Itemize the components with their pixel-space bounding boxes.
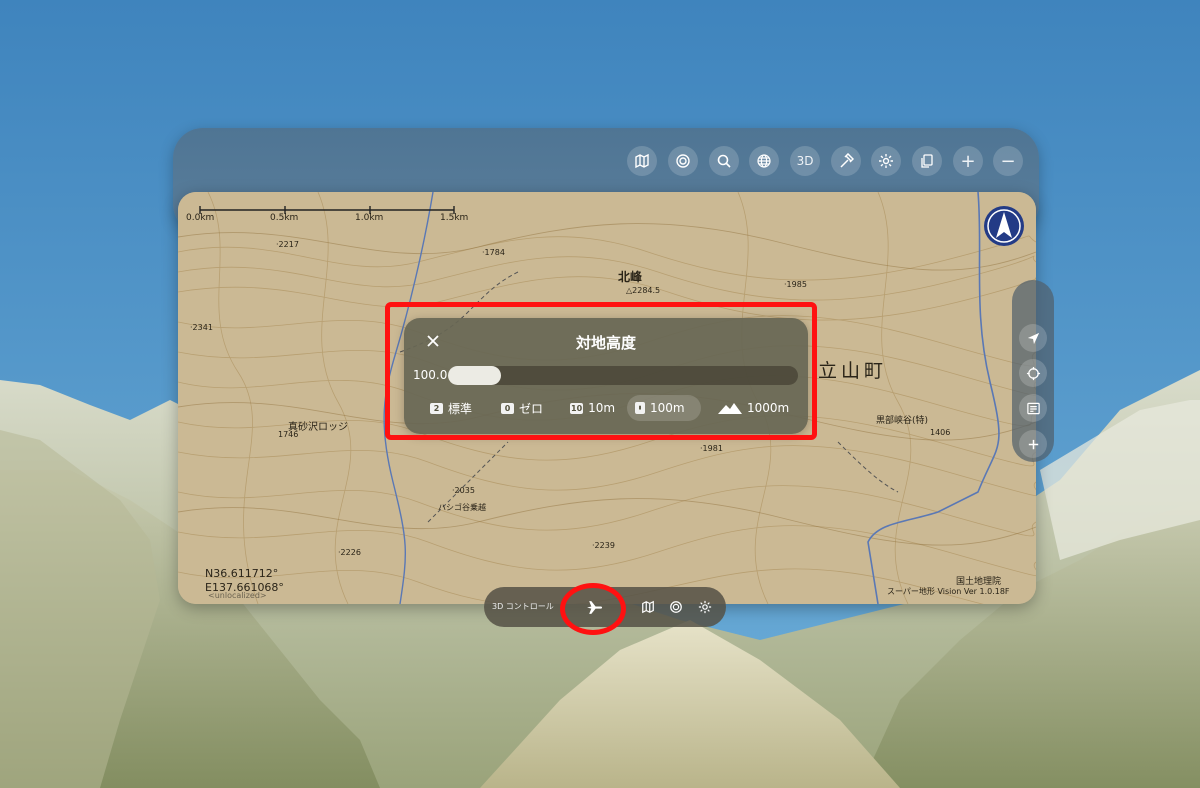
scale-label-0: 0.0km [186, 213, 215, 223]
globe-icon[interactable] [749, 146, 779, 176]
altitude-label: 1406 [930, 428, 951, 437]
peak-name-label: 北峰 [618, 270, 643, 284]
altitude-label: ·2217 [276, 240, 299, 249]
3d-control-label: 3D コントロール [492, 602, 554, 611]
scale-label-3: 1.5km [440, 213, 469, 223]
latitude-readout: N36.611712° [205, 567, 279, 580]
altitude-label: ·2239 [592, 541, 615, 550]
altitude-label: 1746 [278, 430, 299, 439]
map-icon[interactable] [638, 597, 658, 617]
scale-label-1: 0.5km [270, 213, 299, 223]
zoom-in-icon[interactable]: + [953, 146, 983, 176]
version-label: スーパー地形 Vision Ver 1.0.18F [887, 587, 1010, 596]
altitude-label: ·1981 [700, 444, 723, 453]
crosshair-icon[interactable] [1019, 359, 1047, 387]
hut-label: ハシゴ谷乗越 [438, 503, 486, 512]
town-name-label: 立山町 [818, 360, 888, 382]
hammer-icon[interactable] [831, 146, 861, 176]
locale-tag: <unlocalized> [208, 591, 267, 600]
search-icon[interactable] [709, 146, 739, 176]
list-icon[interactable] [1019, 394, 1047, 422]
altitude-label: ·1784 [482, 248, 505, 257]
highlight-circle [560, 583, 626, 635]
altitude-label: △2284.5 [626, 286, 661, 295]
copy-icon[interactable] [912, 146, 942, 176]
highlight-rectangle [385, 302, 817, 440]
gear-icon[interactable] [871, 146, 901, 176]
altitude-label: ·2226 [338, 548, 361, 557]
add-icon[interactable] [1019, 430, 1047, 458]
map-icon[interactable] [627, 146, 657, 176]
gear-icon[interactable] [695, 597, 715, 617]
altitude-label: ·1985 [784, 280, 807, 289]
gorge-label: 黒部峡谷(特) [876, 416, 929, 426]
altitude-label: ·2341 [190, 323, 213, 332]
target-icon[interactable] [668, 146, 698, 176]
side-toolbar [1012, 280, 1054, 462]
3d-button[interactable]: 3D [790, 146, 820, 176]
target-icon[interactable] [666, 597, 686, 617]
scale-label-2: 1.0km [355, 213, 384, 223]
location-arrow-icon[interactable] [1019, 324, 1047, 352]
zoom-out-icon[interactable]: − [993, 146, 1023, 176]
altitude-label: ·2035 [452, 486, 475, 495]
